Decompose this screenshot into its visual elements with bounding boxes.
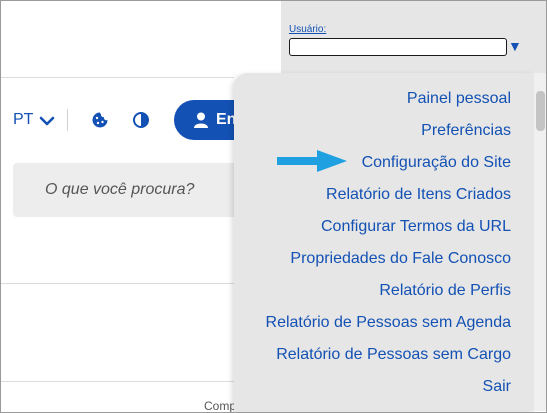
user-name-field[interactable] [289, 38, 507, 56]
menu-item-relatorio-perfis[interactable]: Relatório de Perfis [266, 281, 511, 313]
footer-text: Comp [204, 399, 237, 413]
cookie-icon[interactable] [91, 111, 109, 129]
section-divider [1, 283, 234, 284]
scrollbar-thumb[interactable] [536, 91, 545, 131]
menu-item-painel-pessoal[interactable]: Painel pessoal [266, 89, 511, 121]
header-divider [1, 77, 234, 78]
menu-item-relatorio-pessoas-sem-agenda[interactable]: Relatório de Pessoas sem Agenda [266, 313, 511, 345]
user-icon [194, 112, 208, 128]
language-selector[interactable]: PT [13, 111, 33, 129]
arrow-right-icon [277, 150, 347, 172]
user-dropdown-menu: Painel pessoal Preferências Configuração… [234, 73, 534, 411]
contrast-icon[interactable] [132, 111, 150, 129]
triangle-down-icon[interactable]: ▼ [508, 38, 522, 54]
browser-viewport: PT En O que você procura? Comp Usuário: … [0, 0, 547, 413]
search-placeholder: O que você procura? [45, 181, 195, 198]
chevron-down-icon[interactable] [39, 113, 55, 129]
section-divider [1, 381, 234, 382]
user-header: Usuário: ▼ [281, 1, 546, 73]
menu-item-sair[interactable]: Sair [266, 377, 511, 409]
menu-item-preferencias[interactable]: Preferências [266, 121, 511, 153]
menu-item-relatorio-itens-criados[interactable]: Relatório de Itens Criados [266, 185, 511, 217]
user-label: Usuário: [289, 24, 327, 35]
menu-item-configurar-termos-url[interactable]: Configurar Termos da URL [266, 217, 511, 249]
menu-item-propriedades-fale-conosco[interactable]: Propriedades do Fale Conosco [266, 249, 511, 281]
menu-list: Painel pessoal Preferências Configuração… [266, 89, 511, 409]
menu-item-relatorio-pessoas-sem-cargo[interactable]: Relatório de Pessoas sem Cargo [266, 345, 511, 377]
divider [67, 109, 68, 131]
